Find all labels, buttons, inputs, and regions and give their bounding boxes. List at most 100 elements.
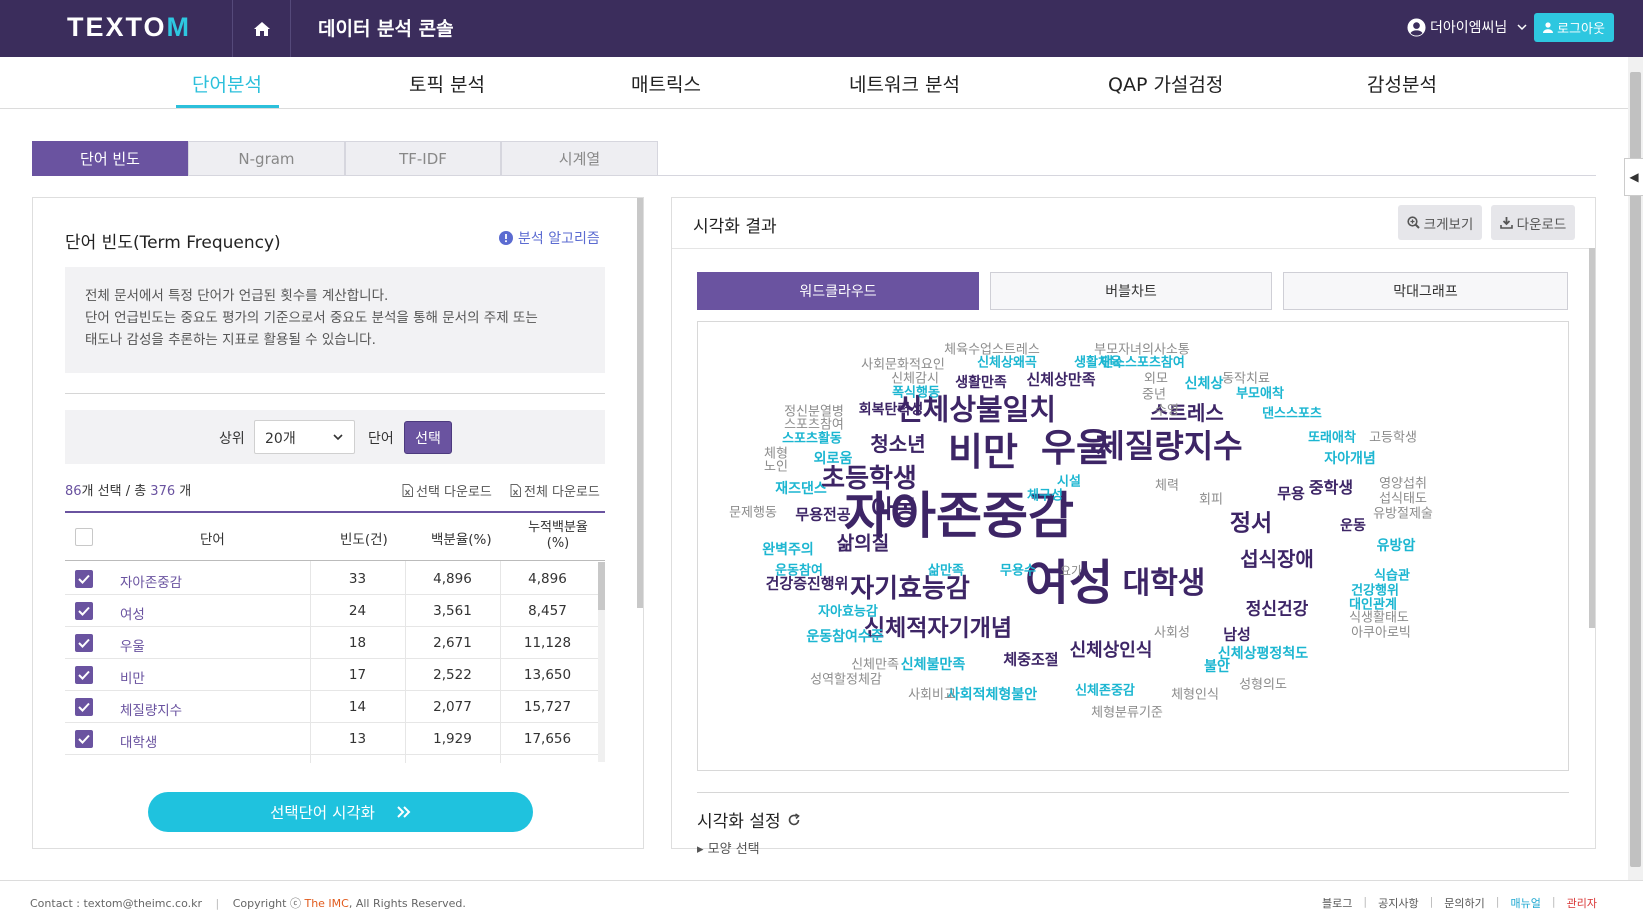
wordcloud-word[interactable]: 수영 [1155,405,1179,418]
refresh-icon[interactable] [787,812,801,827]
wordcloud-word[interactable]: 동작치료 [1222,373,1270,386]
selected-download-link[interactable]: 선택 다운로드 [402,481,492,500]
wordcloud-word[interactable]: 아쿠아로빅 [1351,627,1411,640]
tab-term-frequency[interactable]: 단어 빈도 [32,141,188,176]
select-all-checkbox[interactable] [75,528,93,546]
wordcloud-word[interactable]: 삶만족 [928,565,964,578]
wordcloud-word[interactable]: 운동 [1340,519,1366,533]
wordcloud-word[interactable]: 시설 [1057,476,1081,489]
wordcloud-word[interactable]: 신체상왜곡 [977,357,1037,370]
wordcloud-word[interactable]: 사회비교 [908,689,956,702]
shape-select-toggle[interactable]: ▸ 모양 선택 [697,838,760,857]
algorithm-link[interactable]: 분석 알고리즘 [499,228,600,248]
nav-topic-analysis[interactable]: 토픽 분석 [409,70,485,97]
tab-time-series[interactable]: 시계열 [501,141,658,176]
wordcloud-word[interactable]: 대학생 [1123,569,1206,599]
footer-link-admin[interactable]: 관리자 [1567,895,1597,911]
wordcloud-word[interactable]: 무용 [1277,486,1305,502]
select-button[interactable]: 선택 [404,421,452,454]
wordcloud-word[interactable]: 고등학생 [1369,432,1417,445]
column-header-frequency[interactable]: 빈도(건) [340,528,388,548]
wordcloud-word[interactable]: 유방암 [1377,539,1416,553]
footer-link-inquiry[interactable]: 문의하기 [1444,895,1484,911]
wordcloud-word[interactable]: 자아효능감 [818,606,878,619]
wordcloud-word[interactable]: 중년 [1142,389,1166,402]
wordcloud-word[interactable]: 유방절제술 [1373,508,1433,521]
nav-qap-test[interactable]: QAP 가설검정 [1108,70,1223,97]
nav-sentiment-analysis[interactable]: 감성분석 [1367,70,1437,97]
row-checkbox[interactable] [75,730,93,748]
wordcloud-word[interactable]: 건강행위 [1351,585,1399,598]
wordcloud-word[interactable]: 체구성 [1027,490,1063,503]
wordcloud-word[interactable]: 섭식장애 [1240,549,1314,569]
wordcloud-word[interactable]: 신체상평정척도 [1218,647,1308,661]
wordcloud-word[interactable]: 사회문화적요인 [861,359,945,372]
wordcloud-word[interactable]: 건강증진행위 [766,576,849,592]
tab-wordcloud[interactable]: 워드클라우드 [697,272,979,310]
wordcloud-word[interactable]: 성역할정체감 [810,674,882,687]
wordcloud-word[interactable]: 체중조절 [1003,652,1058,668]
wordcloud-word[interactable]: 폭식행동 [892,387,940,400]
wordcloud-word[interactable]: 신체상만족 [1026,372,1095,388]
wordcloud-word[interactable]: 스포츠참여 [784,419,844,432]
wordcloud-word[interactable]: 체육수업스트레스 [944,344,1040,357]
wordcloud-word[interactable]: 외로움 [814,452,853,466]
tab-bubble-chart[interactable]: 버블차트 [990,272,1272,310]
row-checkbox[interactable] [75,698,93,716]
wordcloud-word[interactable]: 정신건강 [1246,601,1309,619]
column-header-cumulative-percent[interactable]: 누적백분율(%) [522,520,594,552]
wordcloud-word[interactable]: 노인 [764,461,788,474]
wordcloud-word[interactable]: 신체상 [1185,377,1224,391]
wordcloud-word[interactable]: 외모 [1144,373,1168,386]
wordcloud-word[interactable]: 중학생 [1309,480,1353,496]
wordcloud-word[interactable]: 체형인식 [1171,689,1219,702]
row-checkbox[interactable] [75,634,93,652]
row-checkbox[interactable] [75,666,93,684]
home-button[interactable] [233,0,290,57]
row-checkbox[interactable] [75,570,93,588]
wordcloud-word[interactable]: 부모자녀의사소통 [1094,344,1190,357]
left-panel-scrollbar[interactable] [637,198,643,608]
row-checkbox[interactable] [75,602,93,620]
wordcloud-word[interactable]: 생활만족 [955,376,1007,390]
wordcloud-word[interactable]: 재즈댄스 [775,482,827,496]
tab-tfidf[interactable]: TF-IDF [345,141,501,176]
wordcloud-word[interactable]: 신체감시 [891,373,939,386]
wordcloud-word[interactable]: 아동 [871,497,917,522]
zoom-button[interactable]: 크게보기 [1398,205,1482,240]
wordcloud-word[interactable]: 또래애착 [1308,432,1356,445]
nav-matrix[interactable]: 매트릭스 [631,70,701,97]
wordcloud-word[interactable]: 체력 [1155,480,1179,493]
wordcloud-word[interactable]: 신체상인식 [1070,642,1153,660]
all-download-link[interactable]: 전체 다운로드 [510,481,600,500]
wordcloud-word[interactable]: 영양섭취 [1379,478,1427,491]
footer-link-manual[interactable]: 매뉴얼 [1511,895,1541,911]
textom-logo[interactable]: TEXTOM [67,12,191,43]
wordcloud-word[interactable]: 스포츠활동 [782,433,842,446]
wordcloud-word[interactable]: 청소년 [870,434,925,454]
wordcloud-word[interactable]: 신체만족 [851,659,899,672]
table-scrollbar-thumb[interactable] [598,562,605,610]
side-panel-toggle[interactable]: ◀ [1624,158,1643,196]
wordcloud-word[interactable]: 댄스스포츠 [1262,408,1322,421]
wordcloud-word[interactable]: 불안 [1204,660,1230,674]
user-menu[interactable]: 더아이엠씨님 [1407,17,1527,37]
tab-ngram[interactable]: N-gram [188,141,345,176]
wordcloud-word[interactable]: 초등학생 [821,466,917,492]
wordcloud-word[interactable]: 신체불만족 [901,658,965,672]
tab-bar-graph[interactable]: 막대그래프 [1283,272,1568,310]
wordcloud-word[interactable]: 체형분류기준 [1091,707,1163,720]
wordcloud-word[interactable]: 문제행동 [729,507,777,520]
wordcloud-word[interactable]: 남성 [1223,627,1251,643]
wordcloud-word[interactable]: 사회성 [1154,627,1190,640]
wordcloud-word[interactable]: 회복탄력성 [859,403,923,417]
nav-network-analysis[interactable]: 네트워크 분석 [849,70,960,97]
right-panel-scrollbar[interactable] [1589,248,1595,628]
column-header-percent[interactable]: 백분율(%) [431,528,492,548]
wordcloud-word[interactable]: 무용전공 [795,507,850,523]
wordcloud-word[interactable]: 신체존중감 [1075,685,1135,698]
wordcloud-word[interactable]: 삶의질 [837,534,889,554]
wordcloud-word[interactable]: 운동참여수준 [806,630,883,644]
wordcloud-word[interactable]: 성형의도 [1239,679,1287,692]
wordcloud-word[interactable]: 식습관 [1374,570,1410,583]
